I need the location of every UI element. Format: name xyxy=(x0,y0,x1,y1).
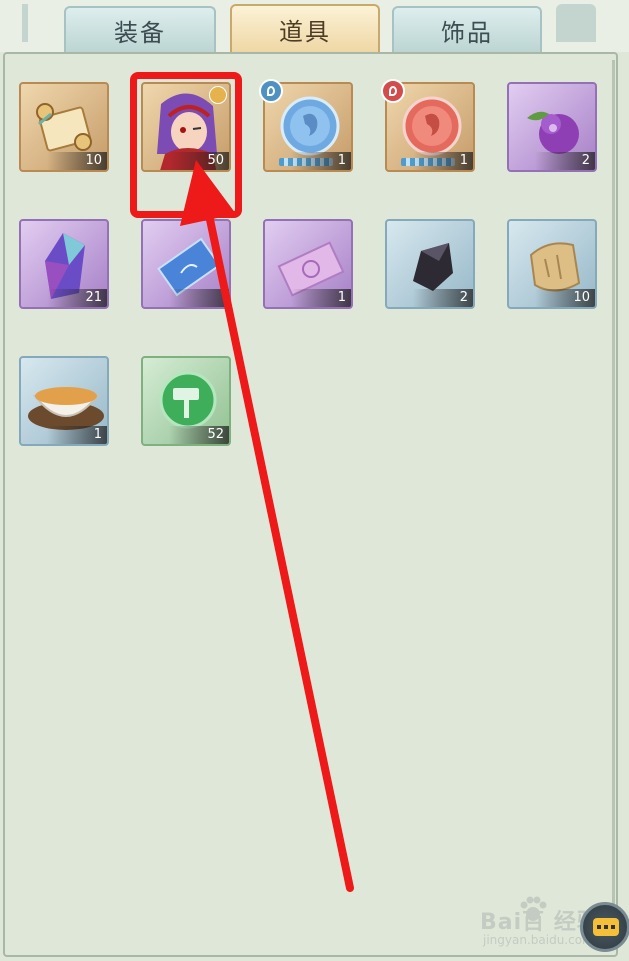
chat-button[interactable] xyxy=(580,902,629,952)
chat-dots xyxy=(597,925,615,929)
watermark-url: jingyan.baidu.com xyxy=(483,933,594,947)
annotation-arrow xyxy=(180,160,354,892)
